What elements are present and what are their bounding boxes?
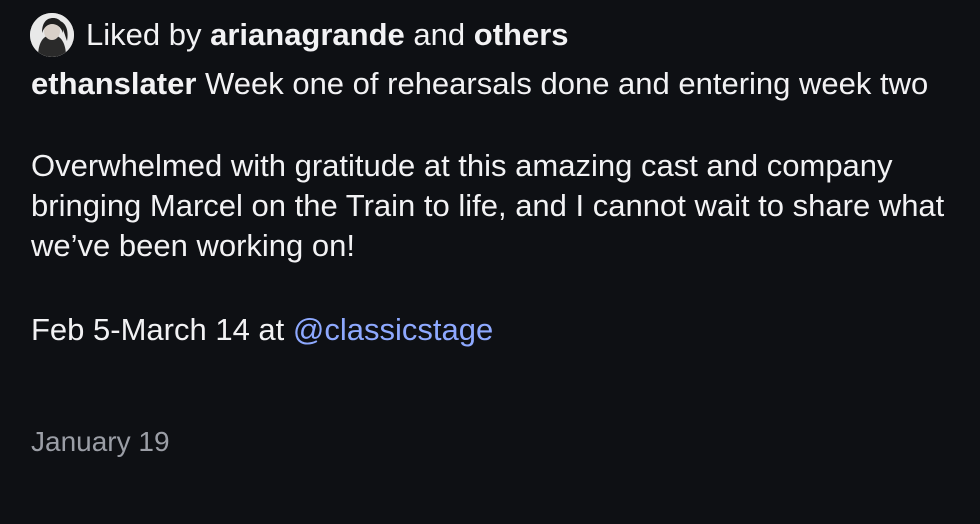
likes-row: Liked by arianagrande and others <box>30 13 569 57</box>
mention-link[interactable]: @classicstage <box>293 312 493 347</box>
liked-by-prefix: Liked by <box>86 17 202 52</box>
dates-text: Feb 5-March 14 at <box>31 312 285 347</box>
caption: ethanslater Week one of rehearsals done … <box>31 64 951 350</box>
post-caption-panel: Liked by arianagrande and others ethansl… <box>0 0 980 524</box>
caption-paragraph-2: Overwhelmed with gratitude at this amazi… <box>31 148 945 263</box>
likes-connector: and <box>413 17 466 52</box>
profile-avatar-icon <box>30 13 74 57</box>
others-link[interactable]: others <box>474 17 569 52</box>
caption-paragraph-1: ethanslater Week one of rehearsals done … <box>31 64 951 104</box>
liker-avatar[interactable] <box>30 13 74 57</box>
likes-summary: Liked by arianagrande and others <box>86 13 569 57</box>
post-timestamp[interactable]: January 19 <box>31 422 170 462</box>
caption-line-1: Week one of rehearsals done and entering… <box>205 66 929 101</box>
liker-username[interactable]: arianagrande <box>210 17 405 52</box>
author-username[interactable]: ethanslater <box>31 66 196 101</box>
caption-paragraph-3: Feb 5-March 14 at @classicstage <box>31 310 951 350</box>
